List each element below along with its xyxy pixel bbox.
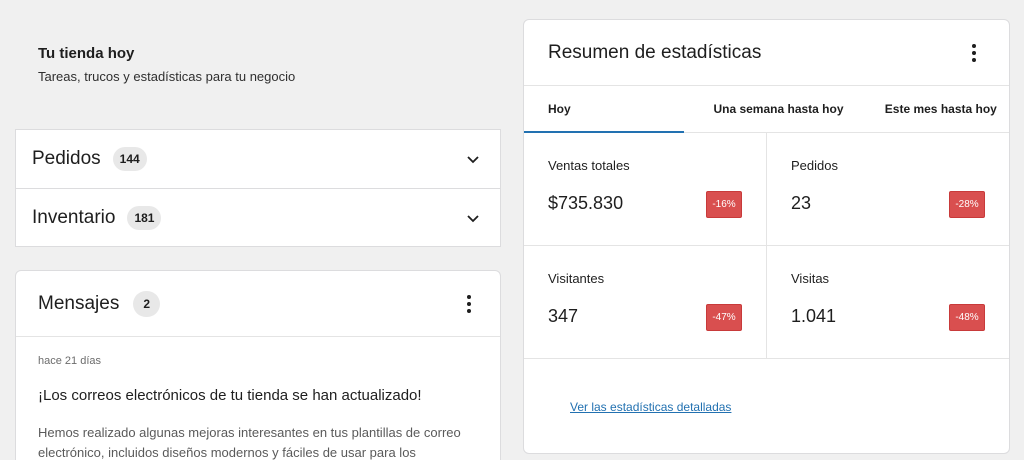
delta-badge: -47% (706, 304, 742, 331)
kebab-menu-icon[interactable] (466, 294, 472, 314)
messages-title: Mensajes (38, 292, 120, 314)
stats-tabs: Hoy Una semana hasta hoy Este mes hasta … (524, 86, 1009, 133)
message-date: hace 21 días (38, 355, 101, 367)
messages-header: Mensajes 2 (16, 271, 500, 337)
stats-overview-card: Resumen de estadísticas Hoy Una semana h… (523, 19, 1010, 454)
store-today-header: Tu tienda hoy Tareas, trucos y estadísti… (38, 45, 295, 84)
delta-badge: -28% (949, 191, 985, 218)
accordion-item-inventario[interactable]: Inventario 181 (16, 188, 500, 246)
message-item: hace 21 días ¡Los correos electrónicos d… (16, 337, 500, 460)
count-badge: 181 (127, 205, 162, 230)
stat-label: Ventas totales (548, 158, 630, 173)
page-subtitle: Tareas, trucos y estadísticas para tu ne… (38, 69, 296, 84)
stats-header: Resumen de estadísticas (524, 20, 1009, 86)
kebab-menu-icon[interactable] (971, 43, 977, 63)
stat-visitas[interactable]: Visitas 1.041 -48% (767, 246, 1009, 359)
chevron-down-icon[interactable] (466, 213, 480, 223)
stats-grid: Ventas totales $735.830 -16% Pedidos 23 … (524, 133, 1009, 359)
chevron-down-icon[interactable] (466, 154, 480, 164)
messages-card: Mensajes 2 hace 21 días ¡Los correos ele… (15, 270, 501, 460)
tab-hoy[interactable]: Hoy (524, 86, 685, 133)
tab-mes[interactable]: Este mes hasta hoy (873, 86, 1009, 132)
stat-visitantes[interactable]: Visitantes 347 -47% (524, 246, 767, 359)
count-badge: 144 (112, 147, 147, 171)
stat-label: Visitantes (548, 271, 605, 286)
stat-pedidos[interactable]: Pedidos 23 -28% (767, 133, 1009, 246)
stat-label: Pedidos (791, 158, 838, 173)
accordion-item-label: Inventario (32, 206, 116, 228)
page-title: Tu tienda hoy (38, 45, 135, 62)
tab-label: Una semana hasta hoy (713, 101, 844, 116)
count-badge: 2 (133, 290, 161, 317)
detailed-stats-link[interactable]: Ver las estadísticas detalladas (570, 400, 731, 414)
stat-ventas-totales[interactable]: Ventas totales $735.830 -16% (524, 133, 767, 246)
delta-badge: -48% (949, 304, 985, 331)
stat-label: Visitas (791, 271, 830, 286)
tab-semana[interactable]: Una semana hasta hoy (684, 86, 872, 132)
accordion-item-label: Pedidos (32, 148, 101, 169)
accordion-item-pedidos[interactable]: Pedidos 144 (16, 130, 500, 188)
message-headline: ¡Los correos electrónicos de tu tienda s… (38, 387, 422, 404)
stats-title: Resumen de estadísticas (548, 41, 762, 63)
task-accordion: Pedidos 144 Inventario 181 (15, 129, 501, 247)
delta-badge: -16% (706, 191, 742, 218)
message-text: Hemos realizado algunas mejoras interesa… (38, 425, 461, 460)
